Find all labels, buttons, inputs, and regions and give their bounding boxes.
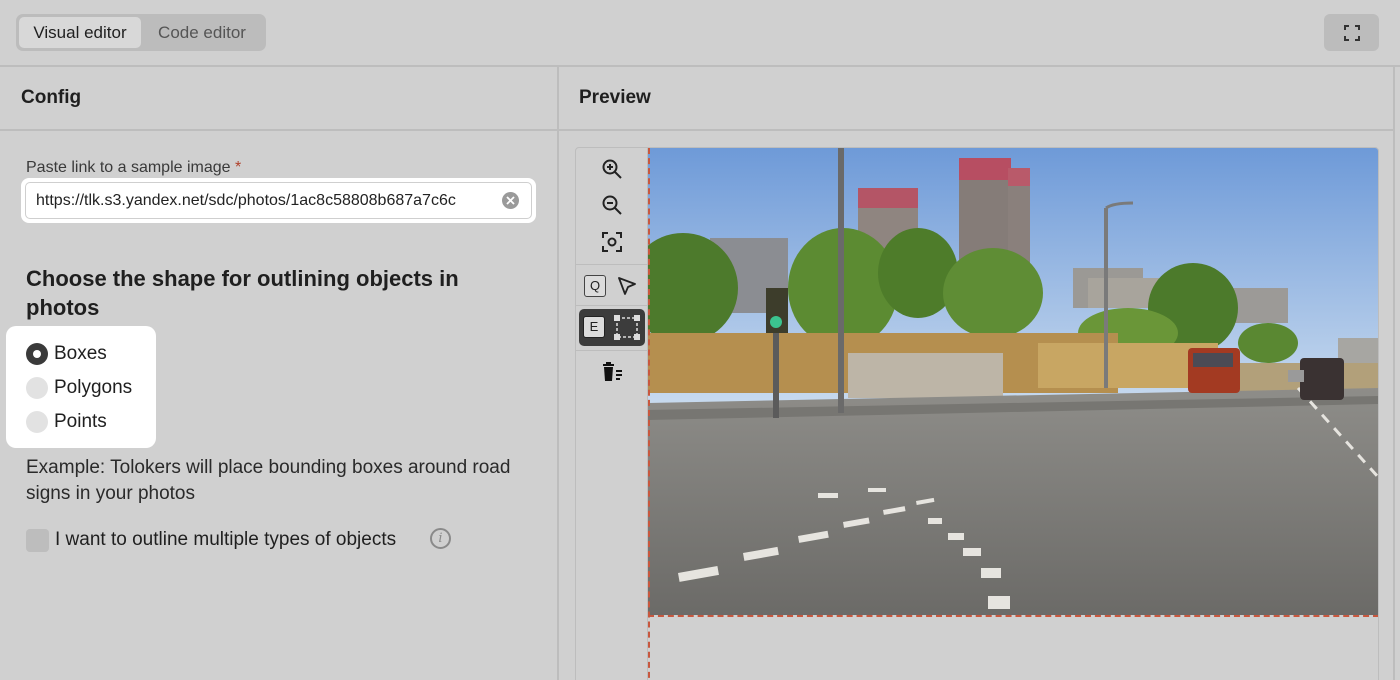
radio-button-boxes[interactable] (26, 343, 48, 365)
fullscreen-button[interactable] (1324, 14, 1379, 51)
info-icon[interactable]: i (430, 528, 451, 549)
toolbar-separator (576, 305, 647, 306)
top-bar: Visual editor Code editor (0, 0, 1400, 67)
toolbar-separator (576, 264, 647, 265)
street-scene-image (648, 148, 1378, 615)
zoom-in-icon (602, 159, 622, 179)
box-shortcut-key: E (583, 316, 605, 338)
bounding-box-icon (614, 315, 640, 340)
multiple-types-label: I want to outline multiple types of obje… (55, 529, 397, 550)
clear-icon (506, 196, 515, 205)
sample-image[interactable] (648, 148, 1378, 617)
box-tool-button[interactable]: E (579, 309, 645, 346)
select-shortcut-key: Q (584, 275, 606, 297)
annotation-toolbar: Q E (576, 148, 648, 680)
delete-all-icon (603, 362, 622, 381)
radio-button-points[interactable] (26, 411, 48, 433)
preview-panel-header: Preview (559, 67, 1393, 131)
url-label-text: Paste link to a sample image (26, 159, 231, 176)
example-text: Example: Tolokers will place bounding bo… (26, 457, 511, 504)
config-panel-header: Config (0, 67, 557, 131)
radio-label-boxes: Boxes (54, 343, 107, 364)
url-field-frame (25, 182, 532, 219)
radio-label-polygons: Polygons (54, 377, 133, 398)
url-field-label: Paste link to a sample image * (26, 159, 241, 177)
url-field-container (21, 178, 536, 223)
preview-title: Preview (579, 87, 651, 108)
clear-input-button[interactable] (502, 192, 519, 209)
radio-option-boxes[interactable]: Boxes (26, 341, 107, 367)
zoom-in-button[interactable] (597, 154, 627, 184)
image-url-input[interactable] (36, 183, 494, 218)
tab-visual-editor[interactable]: Visual editor (19, 17, 141, 48)
tab-code-editor[interactable]: Code editor (141, 17, 263, 48)
fit-screen-button[interactable] (597, 227, 627, 257)
image-boundary-left (648, 148, 650, 680)
editor-mode-tabs: Visual editor Code editor (16, 14, 266, 51)
panel-divider (557, 67, 559, 680)
zoom-out-button[interactable] (597, 190, 627, 220)
toolbar-separator (576, 350, 647, 351)
fit-screen-icon (602, 232, 622, 252)
radio-button-polygons[interactable] (26, 377, 48, 399)
zoom-out-icon (602, 195, 622, 215)
fullscreen-icon (1343, 24, 1360, 41)
shape-radio-group: Boxes Polygons Points (6, 326, 156, 448)
radio-option-points[interactable]: Points (26, 409, 107, 435)
shape-section-title: Choose the shape for outlining objects i… (26, 266, 459, 320)
radio-option-polygons[interactable]: Polygons (26, 375, 132, 401)
multiple-types-checkbox[interactable] (26, 528, 49, 552)
radio-label-points: Points (54, 411, 107, 432)
preview-canvas: Q E (575, 147, 1379, 680)
multiple-types-option: I want to outline multiple types of obje… (26, 527, 451, 553)
select-tool-button[interactable] (612, 271, 642, 301)
pointer-icon (618, 277, 636, 295)
config-title: Config (21, 87, 82, 108)
required-mark: * (235, 159, 242, 176)
right-edge-divider (1393, 67, 1395, 680)
delete-all-button[interactable] (597, 357, 627, 387)
